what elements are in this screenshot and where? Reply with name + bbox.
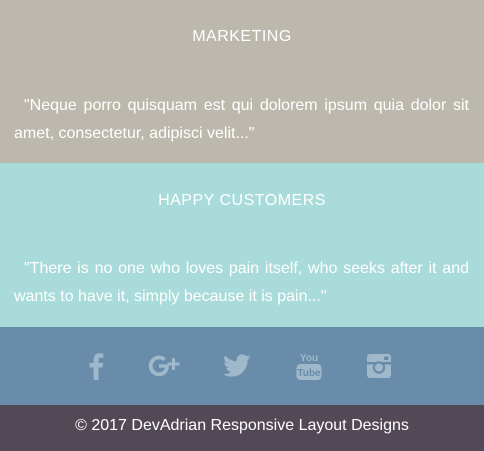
customers-heading: HAPPY CUSTOMERS [158, 192, 326, 209]
twitter-glyph [223, 354, 251, 377]
instagram-glyph [367, 354, 391, 378]
twitter-icon[interactable] [220, 349, 254, 383]
google-plus-icon[interactable] [147, 349, 181, 383]
social-icons: You Tube [0, 349, 484, 385]
customers-section: HAPPY CUSTOMERS "There is no one who lov… [0, 163, 484, 327]
youtube-icon[interactable]: You Tube [292, 349, 326, 383]
youtube-top-text: You [300, 353, 318, 364]
google-plus-glyph [148, 355, 180, 377]
marketing-quote: "Neque porro quisquam est qui dolorem ip… [14, 97, 469, 142]
youtube-bottom-text: Tube [297, 368, 321, 379]
footer: © 2017 DevAdrian Responsive Layout Desig… [0, 405, 484, 451]
marketing-heading: MARKETING [192, 28, 292, 45]
copyright-text: © 2017 DevAdrian Responsive Layout Desig… [75, 417, 409, 434]
facebook-icon[interactable] [79, 349, 113, 383]
social-section: You Tube [0, 327, 484, 405]
customers-quote: "There is no one who loves pain itself, … [14, 260, 469, 305]
instagram-icon[interactable] [362, 349, 396, 383]
marketing-section: MARKETING "Neque porro quisquam est qui … [0, 0, 484, 163]
youtube-glyph: You Tube [296, 353, 322, 380]
facebook-glyph [89, 353, 104, 380]
